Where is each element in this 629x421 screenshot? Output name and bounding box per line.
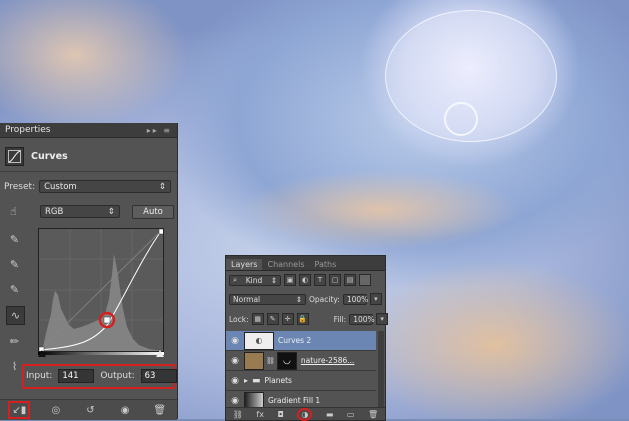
smart-filter-icon[interactable]: ▤: [344, 274, 356, 286]
lock-all-icon[interactable]: 🔒: [296, 313, 309, 325]
lock-transparent-icon[interactable]: ▦: [251, 313, 264, 325]
layers-footer: ⛓ fx ◘ ◑ ▬ ▭ 🗑: [226, 407, 385, 421]
eye-icon[interactable]: ◉: [226, 376, 244, 386]
smooth-icon[interactable]: ⌇: [6, 358, 23, 375]
dropdown-arrow-icon: ⇕: [295, 294, 302, 304]
shape-filter-icon[interactable]: ▢: [329, 274, 341, 286]
curve-point[interactable]: [103, 316, 111, 324]
tab-paths[interactable]: Paths: [310, 259, 342, 270]
preset-dropdown[interactable]: Custom ⇕: [39, 180, 172, 193]
adjustment-name: Curves: [31, 151, 68, 162]
view-previous-icon[interactable]: ◎: [47, 403, 65, 417]
black-point-eyedropper-icon[interactable]: ✎: [6, 231, 23, 248]
channel-row: ☝ RGB ⇕ Auto: [5, 203, 174, 220]
preset-label: Preset:: [4, 181, 36, 192]
pixel-filter-icon[interactable]: ▣: [284, 274, 296, 286]
hand-adjust-icon[interactable]: ☝: [5, 203, 22, 220]
new-group-icon[interactable]: ▬: [326, 410, 334, 419]
properties-footer: ↙▮ ◎ ↺ ◉ 🗑: [0, 399, 177, 420]
layer-row[interactable]: ◉ ▸ ▬ Planets: [226, 371, 376, 391]
curves-mask-thumbnail: ◐: [244, 331, 274, 350]
preset-row: Preset: Custom ⇕: [4, 180, 172, 193]
delete-icon[interactable]: 🗑: [151, 403, 169, 417]
properties-titlebar: Properties ▸▸ ≡: [0, 123, 177, 138]
layer-name: Gradient Fill 1: [268, 396, 321, 405]
lock-position-icon[interactable]: ✛: [281, 313, 294, 325]
curves-icon: [5, 147, 24, 166]
eye-icon[interactable]: ◉: [226, 356, 244, 366]
visibility-icon[interactable]: ◉: [116, 403, 134, 417]
kind-filter[interactable]: ⌕ Kind ⇕: [229, 274, 281, 286]
tab-layers[interactable]: Layers: [226, 259, 263, 270]
dropdown-arrow-icon: ⇕: [270, 275, 277, 285]
curve-point-tool-icon[interactable]: ∿: [6, 306, 25, 325]
white-point-eyedropper-icon[interactable]: ✎: [6, 281, 23, 298]
layers-scrollbar[interactable]: [378, 331, 384, 419]
panel-menu-icon[interactable]: ▸▸ ≡: [147, 126, 172, 135]
properties-panel: Properties ▸▸ ≡ Curves Preset: Custom ⇕ …: [0, 123, 178, 420]
fx-icon[interactable]: fx: [256, 410, 264, 419]
fill-arrow-icon[interactable]: ▾: [376, 313, 389, 325]
channel-value: RGB: [45, 206, 64, 217]
input-output-row: Input: 141 Output: 63: [26, 369, 177, 383]
preset-value: Custom: [44, 181, 77, 192]
output-field[interactable]: 63: [140, 369, 177, 383]
moon-shape: [444, 102, 478, 136]
folder-icon: ▬: [252, 375, 261, 386]
input-field[interactable]: 141: [58, 369, 95, 383]
layer-row[interactable]: ◉ ⛓ ◡ nature-2586...: [226, 351, 376, 371]
dropdown-arrow-icon: ⇕: [107, 206, 115, 217]
delete-layer-icon[interactable]: 🗑: [368, 410, 378, 419]
curve-tools: ✎ ✎ ✎ ∿ ✏ ⌇: [6, 231, 25, 375]
opacity-label: Opacity:: [309, 294, 340, 304]
lock-row: Lock: ▦ ✎ ✛ 🔒 Fill: 100% ▾: [229, 313, 389, 325]
add-mask-icon[interactable]: ◘: [278, 410, 284, 419]
input-sliders[interactable]: [38, 350, 164, 358]
filter-row: ⌕ Kind ⇕ ▣ ◐ T ▢ ▤: [229, 274, 371, 286]
expand-arrow-icon[interactable]: ▸: [244, 376, 248, 385]
layers-panel: Layers Channels Paths ⌕ Kind ⇕ ▣ ◐ T ▢ ▤…: [225, 255, 389, 421]
tab-channels[interactable]: Channels: [262, 259, 309, 270]
layer-name: Planets: [264, 376, 292, 385]
clip-to-layer-icon[interactable]: ↙▮: [8, 401, 31, 419]
kind-label: Kind: [245, 275, 263, 285]
lock-image-icon[interactable]: ✎: [266, 313, 279, 325]
channel-dropdown[interactable]: RGB ⇕: [40, 205, 120, 218]
adjustment-header: Curves: [5, 147, 68, 166]
dropdown-arrow-icon: ⇕: [158, 181, 167, 192]
image-thumbnail: [244, 351, 264, 370]
eye-icon[interactable]: ◉: [226, 396, 244, 406]
panel-title: Properties: [5, 125, 51, 135]
link-icon: ⛓: [266, 356, 275, 365]
reset-icon[interactable]: ↺: [81, 403, 99, 417]
link-layers-icon[interactable]: ⛓: [233, 410, 243, 419]
blend-mode-dropdown[interactable]: Normal ⇕: [229, 293, 306, 305]
gray-point-eyedropper-icon[interactable]: ✎: [6, 256, 23, 273]
output-label: Output:: [100, 371, 135, 381]
new-layer-icon[interactable]: ▭: [347, 410, 355, 419]
auto-button[interactable]: Auto: [132, 204, 174, 219]
input-label: Input:: [26, 371, 53, 381]
blend-mode-value: Normal: [233, 294, 261, 304]
opacity-field[interactable]: 100%: [342, 293, 368, 305]
eye-icon[interactable]: ◉: [226, 336, 244, 346]
search-icon: ⌕: [233, 275, 238, 284]
fill-label: Fill:: [333, 314, 347, 324]
blend-row: Normal ⇕ Opacity: 100% ▾: [229, 293, 382, 305]
layer-name: Curves 2: [278, 336, 312, 345]
curves-graph[interactable]: [38, 228, 165, 353]
mask-thumbnail: ◡: [276, 351, 297, 370]
filter-toggle-icon[interactable]: [359, 274, 371, 286]
curve-endpoint-white[interactable]: [158, 228, 165, 235]
layer-row[interactable]: ◉ ◐ Curves 2: [226, 331, 376, 351]
lock-label: Lock:: [229, 314, 249, 324]
opacity-arrow-icon[interactable]: ▾: [369, 293, 382, 305]
layer-name: nature-2586...: [300, 356, 355, 365]
adjustment-filter-icon[interactable]: ◐: [299, 274, 311, 286]
pencil-icon[interactable]: ✏: [6, 333, 23, 350]
type-filter-icon[interactable]: T: [314, 274, 326, 286]
fill-field[interactable]: 100%: [349, 313, 375, 325]
layers-tabs: Layers Channels Paths: [226, 256, 385, 271]
